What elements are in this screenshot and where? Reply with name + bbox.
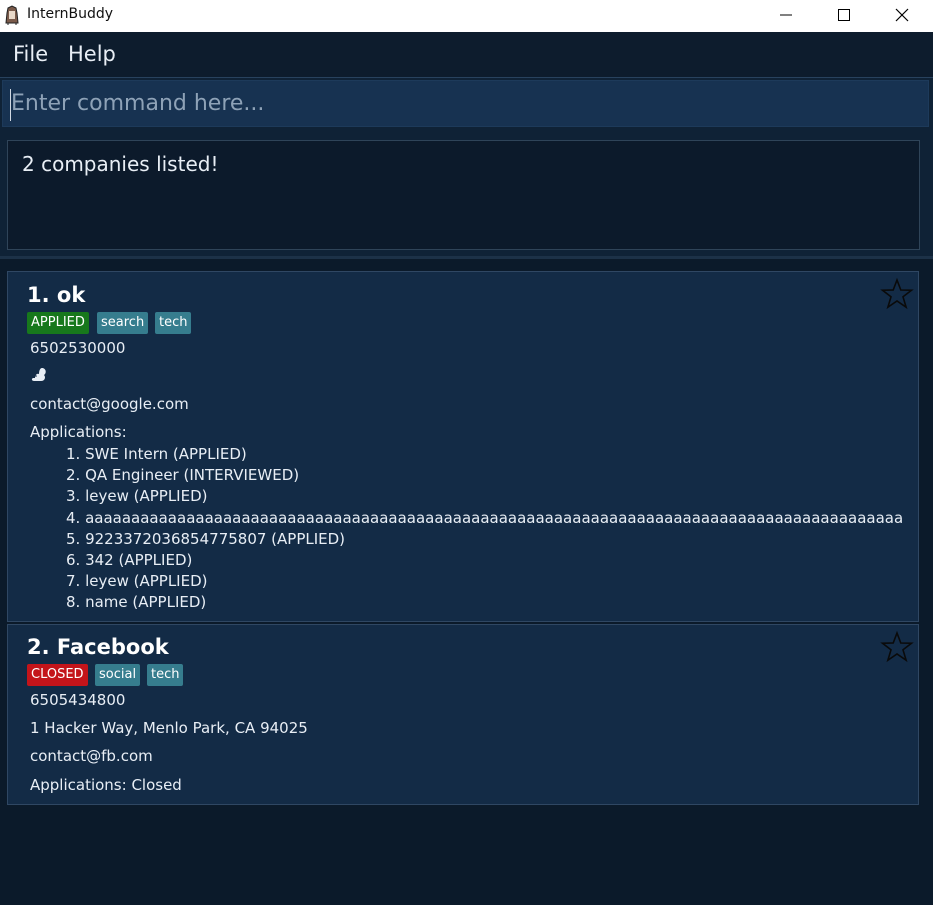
command-box (0, 77, 933, 132)
star-icon[interactable] (880, 630, 914, 664)
result-message: 2 companies listed! (22, 152, 219, 176)
status-badge: APPLIED (27, 312, 89, 334)
tag-badge: tech (147, 664, 184, 686)
application-item: 5. 9223372036854775807 (APPLIED) (66, 530, 346, 548)
menu-bar: File Help (0, 32, 933, 77)
close-button[interactable] (873, 0, 931, 30)
tag-badge: tech (155, 312, 192, 334)
minimize-icon (780, 14, 792, 16)
tag-badge: social (95, 664, 141, 686)
maximize-button[interactable] (815, 0, 873, 30)
maximize-icon (838, 9, 850, 21)
application-item: 7. leyew (APPLIED) (66, 572, 208, 590)
application-item: 8. name (APPLIED) (66, 593, 207, 611)
star-icon[interactable] (880, 277, 914, 311)
app-logo-icon (5, 5, 19, 25)
application-item: 4. aaaaaaaaaaaaaaaaaaaaaaaaaaaaaaaaaaaaa… (66, 509, 904, 527)
status-badge: CLOSED (27, 664, 88, 686)
application-item: 1. SWE Intern (APPLIED) (66, 445, 247, 463)
title-bar: InternBuddy (0, 0, 936, 32)
phone-number: 6502530000 (30, 339, 126, 357)
squirrel-icon (31, 368, 46, 381)
application-item: 3. leyew (APPLIED) (66, 487, 208, 505)
company-name: 1. ok (27, 283, 86, 307)
tag-badge: search (97, 312, 149, 334)
application-item: 6. 342 (APPLIED) (66, 551, 193, 569)
phone-number: 6505434800 (30, 691, 126, 709)
command-input[interactable] (2, 80, 929, 127)
menu-help[interactable]: Help (68, 42, 116, 66)
window-title: InternBuddy (27, 6, 114, 22)
minimize-button[interactable] (757, 0, 815, 30)
email-address: contact@fb.com (30, 747, 153, 765)
applications-label: Applications: Closed (30, 776, 182, 794)
text-caret (10, 89, 11, 121)
email-address: contact@google.com (30, 395, 189, 413)
applications-label: Applications: (30, 423, 127, 441)
company-name: 2. Facebook (27, 635, 169, 659)
menu-file[interactable]: File (13, 42, 48, 66)
application-item: 2. QA Engineer (INTERVIEWED) (66, 466, 300, 484)
address: 1 Hacker Way, Menlo Park, CA 94025 (30, 719, 308, 737)
close-icon (895, 8, 909, 22)
